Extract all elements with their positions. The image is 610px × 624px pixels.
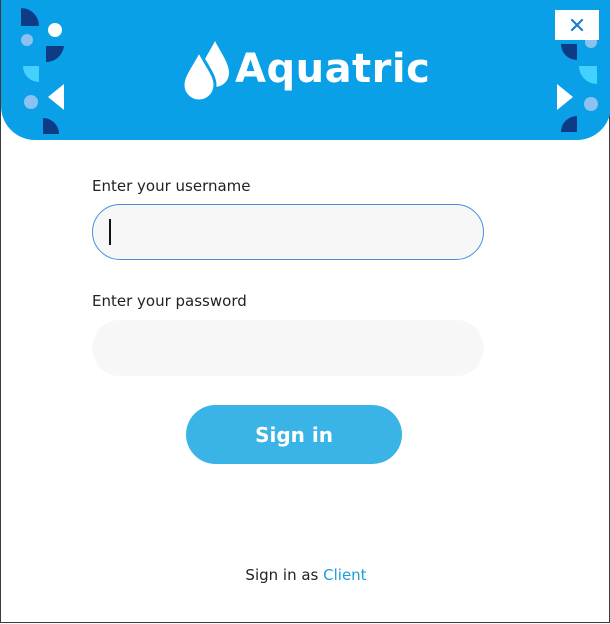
deco-dot xyxy=(48,23,62,37)
deco-dot xyxy=(584,97,598,111)
username-input[interactable] xyxy=(92,204,484,260)
deco-quarter-circle xyxy=(561,44,577,60)
close-icon xyxy=(570,18,584,32)
login-window: Aquatric Enter your username Enter your … xyxy=(0,0,610,623)
header-banner: Aquatric xyxy=(1,0,610,140)
brand-logo: Aquatric xyxy=(181,34,430,104)
password-input[interactable] xyxy=(92,320,484,376)
deco-triangle xyxy=(557,84,573,110)
sign-in-as-footer: Sign in as Client xyxy=(1,566,610,584)
username-label: Enter your username xyxy=(92,177,251,195)
deco-dot xyxy=(24,95,38,109)
text-caret xyxy=(109,219,111,245)
deco-quarter-circle xyxy=(561,116,577,132)
water-drops-icon xyxy=(181,41,229,101)
client-link[interactable]: Client xyxy=(323,566,366,584)
deco-quarter-circle xyxy=(43,118,59,134)
sign-in-as-text: Sign in as xyxy=(245,566,319,584)
password-label: Enter your password xyxy=(92,292,247,310)
brand-name: Aquatric xyxy=(235,46,431,92)
deco-quarter-circle xyxy=(23,66,39,82)
close-button[interactable] xyxy=(555,10,599,40)
sign-in-button[interactable]: Sign in xyxy=(186,405,402,464)
right-decoration xyxy=(557,36,598,132)
deco-quarter-circle xyxy=(46,46,64,63)
deco-dot xyxy=(21,34,33,46)
deco-quarter-circle xyxy=(21,8,39,26)
left-decoration xyxy=(21,8,64,134)
deco-quarter-circle xyxy=(579,66,597,84)
deco-triangle xyxy=(48,84,64,110)
